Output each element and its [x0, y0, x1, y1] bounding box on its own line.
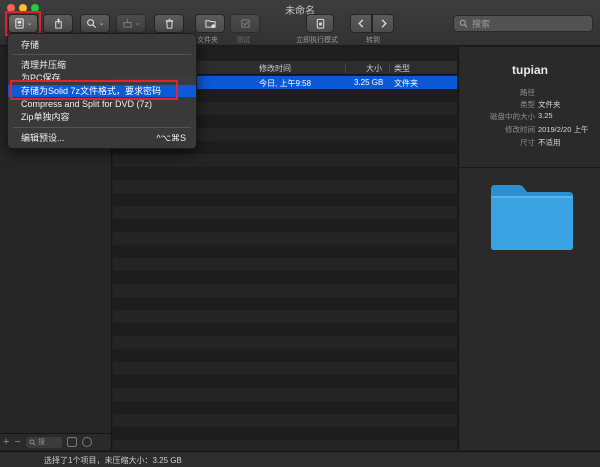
sidebar-search[interactable]: 搜	[25, 436, 62, 448]
extract-button[interactable]: ⌄	[116, 14, 146, 33]
row-modified: 今日, 上午9:58	[259, 79, 312, 88]
search-input[interactable]	[472, 18, 582, 29]
immediate-mode-label: 立即执行模式	[296, 37, 338, 44]
copy-icon[interactable]	[66, 437, 77, 447]
chevron-right-icon	[381, 19, 387, 28]
empty-row	[113, 427, 457, 440]
empty-row	[113, 258, 457, 271]
inspector-value: 不适用	[538, 138, 561, 147]
immediate-mode-button[interactable]	[306, 14, 334, 33]
column-separator	[345, 63, 346, 73]
empty-row	[113, 219, 457, 232]
inspector-key: 类型	[520, 100, 535, 109]
quick-look-button[interactable]: ⌄	[80, 14, 110, 33]
empty-row	[113, 388, 457, 401]
empty-row	[113, 232, 457, 245]
column-modified[interactable]: 修改时间	[259, 63, 291, 74]
inspector-key: 尺寸	[520, 138, 535, 147]
chevron-left-icon	[357, 19, 363, 28]
inspector-value: 2019/2/20 上午	[538, 125, 589, 134]
empty-row	[113, 193, 457, 206]
empty-row	[113, 349, 457, 362]
menu-separator	[13, 127, 191, 128]
sidebar-toolbar: + − 搜	[0, 433, 112, 450]
menu-item-save[interactable]: 存储	[8, 39, 196, 51]
empty-row	[113, 375, 457, 388]
menu-item-clean-compress[interactable]: 清理并压缩	[8, 59, 196, 71]
inspector-key: 路径	[520, 88, 535, 97]
empty-row	[113, 167, 457, 180]
empty-row	[113, 271, 457, 284]
checkbox-icon	[240, 19, 250, 28]
menu-separator	[13, 54, 191, 55]
chevron-down-icon: ⌄	[98, 20, 105, 27]
column-kind[interactable]: 类型	[394, 63, 410, 74]
search-icon	[29, 439, 36, 446]
column-separator	[389, 63, 390, 73]
status-bar: 选择了1个项目，未压缩大小：3.25 GB	[0, 451, 600, 467]
empty-row	[113, 310, 457, 323]
chevron-down-icon: ⌄	[134, 20, 141, 27]
empty-row	[113, 180, 457, 193]
folder-icon	[491, 185, 573, 250]
test-label: 测试	[236, 37, 250, 44]
add-file-icon	[54, 18, 62, 29]
back-button[interactable]	[350, 14, 372, 33]
sidebar-search-placeholder: 搜	[37, 439, 45, 446]
empty-row	[113, 154, 457, 167]
column-size[interactable]: 大小	[366, 63, 382, 74]
inspector-panel: tupian 路径 类型 文件夹 磁盘中的大小 3.25 修改时间 2019/2…	[458, 47, 600, 450]
inspector-key: 磁盘中的大小	[490, 112, 535, 121]
inspector-divider	[459, 167, 600, 168]
menu-item-edit-presets-label: 编辑预设...	[21, 133, 65, 143]
goto-label: 转到	[366, 37, 380, 44]
row-size: 3.25 GB	[354, 78, 384, 87]
add-button[interactable]	[43, 14, 73, 33]
empty-row	[113, 206, 457, 219]
search-field[interactable]	[453, 15, 593, 32]
row-kind: 文件夹	[394, 79, 418, 88]
empty-row	[113, 297, 457, 310]
menu-item-zip-each[interactable]: Zip单独内容	[8, 111, 196, 123]
highlight-box-solid-7z	[10, 80, 178, 100]
status-text: 选择了1个项目，未压缩大小：3.25 GB	[44, 456, 182, 465]
empty-row	[113, 323, 457, 336]
inspector-value: 3.25	[538, 111, 553, 120]
plus-icon[interactable]: +	[3, 436, 9, 448]
forward-button[interactable]	[372, 14, 394, 33]
delete-button[interactable]	[154, 14, 184, 33]
new-folder-button[interactable]	[195, 14, 225, 33]
empty-row	[113, 245, 457, 258]
trash-icon	[165, 18, 173, 29]
empty-row	[113, 440, 457, 450]
empty-row	[113, 284, 457, 297]
inspector-key: 修改时间	[505, 125, 535, 134]
empty-row	[113, 362, 457, 375]
search-icon	[459, 19, 468, 28]
empty-row	[113, 336, 457, 349]
keyboard-shortcut: ^⌥⌘S	[156, 133, 186, 143]
eye-icon[interactable]	[81, 437, 92, 447]
empty-row	[113, 401, 457, 414]
new-folder-label: 文件夹	[197, 37, 218, 44]
test-button[interactable]	[230, 14, 260, 33]
extract-icon	[122, 18, 132, 28]
menu-item-edit-presets[interactable]: 编辑预设... ^⌥⌘S	[8, 132, 196, 144]
inspector-item-name: tupian	[512, 63, 548, 77]
folder-add-icon	[204, 20, 216, 29]
empty-row	[113, 414, 457, 427]
minus-icon[interactable]: −	[14, 436, 20, 448]
magnifier-icon	[86, 19, 96, 29]
inspector-value: 文件夹	[538, 100, 561, 109]
archive-lock-icon	[316, 18, 324, 29]
